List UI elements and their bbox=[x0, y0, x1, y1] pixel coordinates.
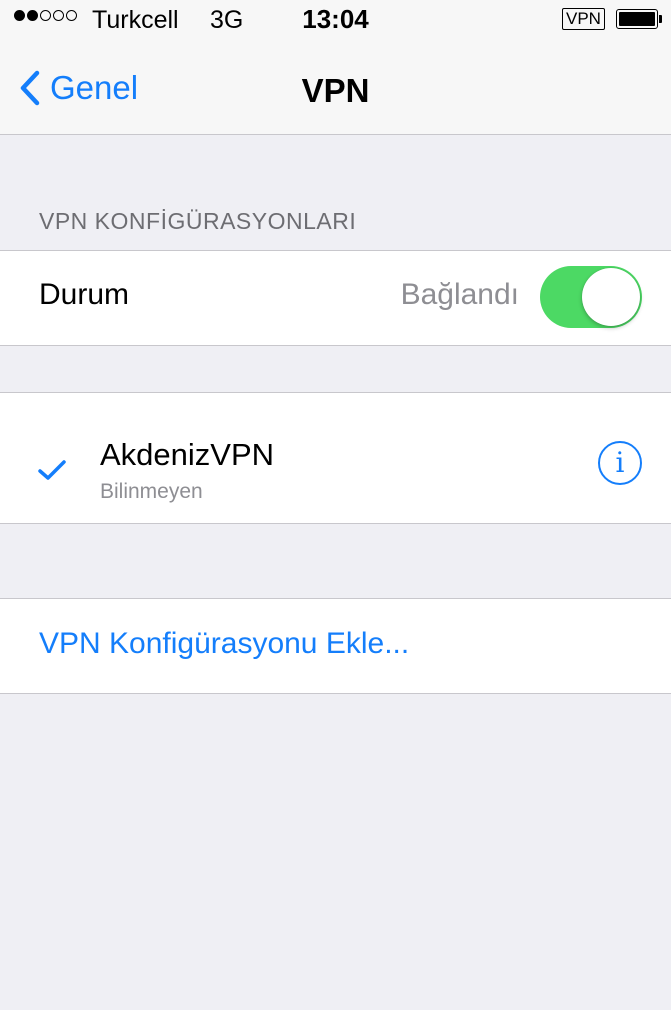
vpn-config-detail: Bilinmeyen bbox=[100, 480, 203, 503]
page-title: VPN bbox=[301, 72, 370, 109]
add-vpn-config-label: VPN Konfigürasyonu Ekle... bbox=[39, 627, 410, 660]
toggle-knob bbox=[582, 268, 640, 326]
add-vpn-config-button[interactable]: VPN Konfigürasyonu Ekle... bbox=[0, 598, 671, 694]
checkmark-icon bbox=[38, 460, 66, 480]
vpn-status-row: Durum Bağlandı bbox=[0, 250, 671, 346]
battery-tip bbox=[659, 15, 662, 23]
status-value: Bağlandı bbox=[400, 278, 519, 311]
navigation-bar: Genel VPN bbox=[0, 40, 671, 134]
vpn-config-name: AkdenizVPN bbox=[100, 437, 275, 472]
vpn-status-badge: VPN bbox=[562, 8, 605, 30]
vpn-toggle-switch[interactable] bbox=[540, 266, 642, 328]
info-circle-icon[interactable]: i bbox=[598, 441, 642, 485]
vpn-settings-screen: Turkcell 3G 13:04 VPN Genel VPN VPN KONF… bbox=[0, 0, 671, 1010]
status-bar: Turkcell 3G 13:04 VPN bbox=[0, 0, 671, 40]
status-label: Durum bbox=[39, 278, 130, 311]
battery-icon bbox=[616, 9, 658, 29]
top-bar: Turkcell 3G 13:04 VPN Genel VPN bbox=[0, 0, 671, 135]
vpn-config-item[interactable]: AkdenizVPN Bilinmeyen i bbox=[0, 392, 671, 524]
section-header: VPN KONFİGÜRASYONLARI bbox=[39, 208, 357, 234]
